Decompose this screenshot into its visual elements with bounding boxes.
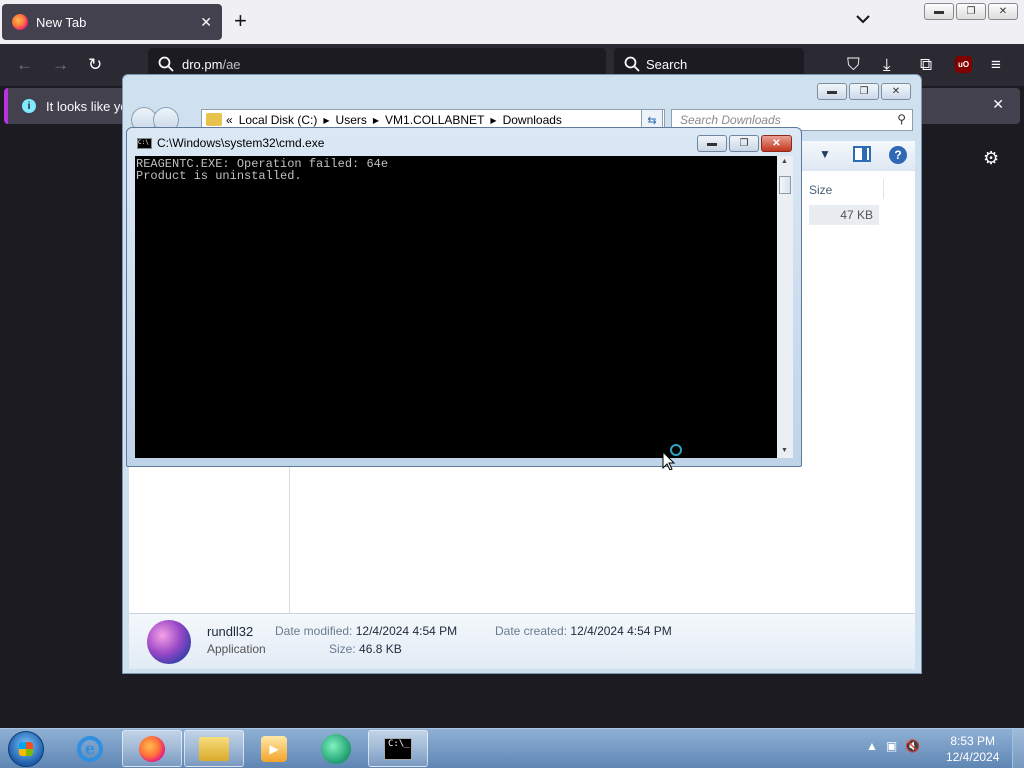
preview-pane-icon[interactable] xyxy=(853,146,871,162)
command-prompt-icon: C:\_ xyxy=(384,737,412,760)
details-file-name: rundll32 xyxy=(207,624,254,639)
tab-new-tab[interactable]: New Tab ✕ xyxy=(2,4,222,40)
pocket-icon[interactable]: ⛉ xyxy=(847,56,860,74)
back-icon[interactable]: ← xyxy=(16,56,33,74)
date-modified-value: 12/4/2024 4:54 PM xyxy=(355,624,458,638)
folder-icon xyxy=(206,113,222,126)
restore-button[interactable]: ❐ xyxy=(956,3,986,20)
details-file-type: Application xyxy=(207,642,266,656)
tray-expand-icon[interactable]: ▲ xyxy=(866,739,878,753)
breadcrumb-arrow-icon[interactable]: ▶ xyxy=(490,116,496,125)
date-modified-row: Date modified: 12/4/2024 4:54 PM xyxy=(275,624,457,638)
url-host: dro.pm xyxy=(182,56,223,72)
close-button[interactable]: ✕ xyxy=(988,3,1018,20)
taskbar-green-app[interactable] xyxy=(306,730,366,767)
new-tab-button[interactable]: + xyxy=(234,10,247,32)
help-icon[interactable]: ? xyxy=(889,146,907,164)
notification-close-icon[interactable]: ✕ xyxy=(992,96,1004,113)
search-icon xyxy=(158,56,174,72)
firefox-icon xyxy=(12,14,28,30)
details-pane: rundll32 Application Date modified: 12/4… xyxy=(129,613,915,669)
media-player-icon: ▶ xyxy=(261,735,287,762)
url-path: /ae xyxy=(222,56,241,72)
browser-tab-strip: New Tab ✕ + ▬ ❐ ✕ xyxy=(0,0,1024,44)
busy-cursor-icon xyxy=(662,444,686,473)
taskbar-media-player[interactable]: ▶ xyxy=(244,730,304,767)
console-scrollbar[interactable]: ▲ ▼ xyxy=(777,156,793,458)
tab-close-icon[interactable]: ✕ xyxy=(200,14,212,31)
extensions-icon[interactable]: ⧉ xyxy=(920,56,932,74)
browser-window-controls: ▬ ❐ ✕ xyxy=(924,3,1018,20)
settings-gear-icon[interactable]: ⚙ xyxy=(983,148,999,169)
breadcrumb-arrow-icon[interactable]: ▶ xyxy=(323,116,329,125)
scroll-down-icon[interactable]: ▼ xyxy=(781,447,788,454)
search-icon xyxy=(624,56,640,72)
forward-icon[interactable]: → xyxy=(52,56,69,74)
clock-time: 8:53 PM xyxy=(950,734,996,748)
explorer-window-controls: ▬ ❐ ✕ xyxy=(817,83,911,100)
taskbar: e ▶ C:\_ ▲ ▣ 🔇 8:53 PM 12/4/2024 xyxy=(0,728,1024,768)
breadcrumb-downloads[interactable]: Downloads xyxy=(503,113,562,127)
date-modified-label: Date modified: xyxy=(275,624,353,638)
menu-icon[interactable]: ≡ xyxy=(991,56,1001,74)
info-icon: i xyxy=(22,99,36,113)
size-value: 46.8 KB xyxy=(359,642,402,656)
breadcrumb-arrow-icon[interactable]: ▶ xyxy=(373,116,379,125)
column-separator[interactable] xyxy=(883,179,884,199)
close-button[interactable]: ✕ xyxy=(761,135,792,152)
show-desktop-button[interactable] xyxy=(1012,729,1024,768)
cmd-window-title: C:\Windows\system32\cmd.exe xyxy=(157,136,325,150)
breadcrumb-local-disk[interactable]: Local Disk (C:) xyxy=(239,113,318,127)
taskbar-internet-explorer[interactable]: e xyxy=(60,730,120,767)
search-downloads-placeholder: Search Downloads xyxy=(680,113,781,127)
scroll-thumb[interactable] xyxy=(779,176,791,194)
clock-date: 12/4/2024 xyxy=(946,750,1000,764)
taskbar-command-prompt[interactable]: C:\_ xyxy=(368,730,428,767)
views-dropdown-icon[interactable]: ▼ xyxy=(819,147,831,161)
minimize-button[interactable]: ▬ xyxy=(924,3,954,20)
start-button[interactable] xyxy=(8,731,44,767)
scroll-up-icon[interactable]: ▲ xyxy=(781,158,788,165)
breadcrumb-users[interactable]: Users xyxy=(336,113,367,127)
reload-icon[interactable]: ↻ xyxy=(88,56,102,74)
cmd-window[interactable]: C:\ C:\Windows\system32\cmd.exe ▬ ❐ ✕ RE… xyxy=(126,127,802,467)
volume-muted-icon[interactable]: 🔇 xyxy=(905,739,920,753)
minimize-button[interactable]: ▬ xyxy=(817,83,847,100)
date-created-label: Date created: xyxy=(495,624,568,638)
column-header-size[interactable]: Size xyxy=(809,183,832,197)
tab-title: New Tab xyxy=(36,14,87,30)
cmd-window-controls: ▬ ❐ ✕ xyxy=(697,135,792,152)
downloads-icon[interactable]: ⤓ xyxy=(883,56,891,74)
internet-explorer-icon: e xyxy=(77,735,103,762)
breadcrumb-user-folder[interactable]: VM1.COLLABNET xyxy=(385,113,484,127)
date-created-row: Date created: 12/4/2024 4:54 PM xyxy=(495,624,672,638)
network-icon[interactable]: ▣ xyxy=(886,739,897,753)
size-label: Size: xyxy=(329,642,356,656)
address-prefix[interactable]: « xyxy=(226,113,233,127)
firefox-icon xyxy=(139,735,165,762)
folder-icon xyxy=(199,736,229,761)
system-tray: ▲ ▣ 🔇 xyxy=(866,739,920,753)
close-button[interactable]: ✕ xyxy=(881,83,911,100)
restore-button[interactable]: ❐ xyxy=(729,135,759,152)
console-output[interactable]: REAGENTC.EXE: Operation failed: 64e Produ… xyxy=(135,156,777,458)
green-app-icon xyxy=(321,733,351,764)
cmd-icon[interactable]: C:\ xyxy=(137,138,152,149)
search-icon[interactable]: ⚲ xyxy=(897,112,906,126)
size-row: Size: 46.8 KB xyxy=(329,642,402,656)
search-placeholder: Search xyxy=(646,56,688,72)
system-clock[interactable]: 8:53 PM 12/4/2024 xyxy=(946,733,999,765)
restore-button[interactable]: ❐ xyxy=(849,83,879,100)
ublock-origin-icon[interactable]: uO xyxy=(955,56,972,73)
minimize-button[interactable]: ▬ xyxy=(697,135,727,152)
taskbar-windows-explorer[interactable] xyxy=(184,730,244,767)
date-created-value: 12/4/2024 4:54 PM xyxy=(570,624,672,638)
taskbar-firefox[interactable] xyxy=(122,730,182,767)
console-line: Product is uninstalled. xyxy=(136,169,302,183)
application-icon xyxy=(147,620,191,664)
file-size-cell[interactable]: 47 KB xyxy=(809,205,879,225)
list-all-tabs-icon[interactable] xyxy=(856,12,870,27)
